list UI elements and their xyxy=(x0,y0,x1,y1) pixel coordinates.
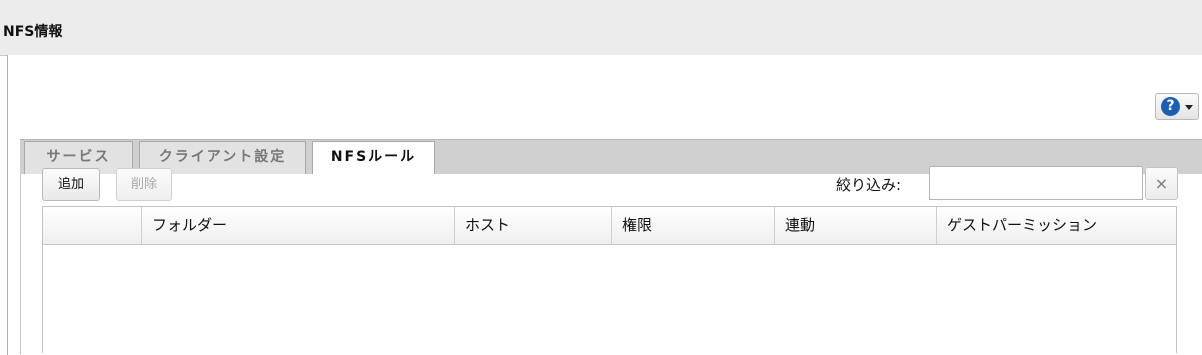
column-header-host[interactable]: ホスト xyxy=(455,207,612,244)
delete-button[interactable]: 削除 xyxy=(116,168,172,201)
clear-filter-icon[interactable]: × xyxy=(1145,167,1178,200)
help-button[interactable]: ? xyxy=(1155,93,1199,120)
add-button[interactable]: 追加 xyxy=(42,168,100,201)
filter-label: 絞り込み: xyxy=(836,176,902,194)
panel-header: NFS情報 xyxy=(0,0,1202,56)
column-header-folder[interactable]: フォルダー xyxy=(142,207,455,244)
column-header-permission[interactable]: 権限 xyxy=(612,207,775,244)
panel-title: NFS情報 xyxy=(3,24,63,40)
chevron-down-icon xyxy=(1185,105,1193,110)
filter-input[interactable] xyxy=(929,166,1143,200)
help-icon: ? xyxy=(1161,97,1180,116)
column-header-guest-permission[interactable]: ゲストパーミッション xyxy=(937,207,1176,244)
column-header-linkage[interactable]: 連動 xyxy=(775,207,937,244)
tab-nfs-rules[interactable]: NFSルール xyxy=(312,141,435,175)
rules-table: フォルダー ホスト 権限 連動 ゲストパーミッション xyxy=(42,206,1177,353)
table-header: フォルダー ホスト 権限 連動 ゲストパーミッション xyxy=(43,207,1176,245)
column-header-select[interactable] xyxy=(43,207,142,244)
